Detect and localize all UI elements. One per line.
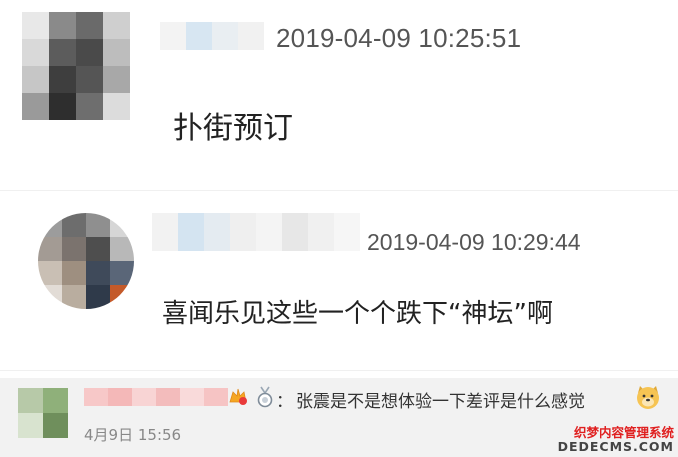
doge-emoji-icon	[634, 383, 662, 411]
avatar[interactable]	[38, 213, 134, 309]
comment-text: 张震是不是想体验一下差评是什么感觉	[296, 392, 585, 412]
avatar[interactable]	[18, 388, 68, 438]
avatar[interactable]	[22, 12, 130, 120]
separator: ：	[276, 392, 293, 412]
watermark-line2: DEDECMS.COM	[557, 439, 674, 454]
comment-date: 4月9日 15:56	[84, 426, 182, 444]
comment-timestamp: 2019-04-09 10:25:51	[276, 23, 522, 53]
comment-text: 扑街预订	[173, 111, 293, 146]
medal-icon	[255, 386, 275, 408]
comment-text: 喜闻乐见这些一个个跌下“神坛”啊	[162, 299, 553, 329]
vip-badge-icon	[228, 386, 248, 406]
username-blurred[interactable]	[84, 388, 228, 406]
divider	[0, 370, 678, 371]
username-blurred[interactable]	[160, 22, 264, 50]
username-blurred[interactable]	[152, 213, 360, 251]
divider	[0, 190, 678, 191]
comment-timestamp: 2019-04-09 10:29:44	[367, 229, 581, 255]
